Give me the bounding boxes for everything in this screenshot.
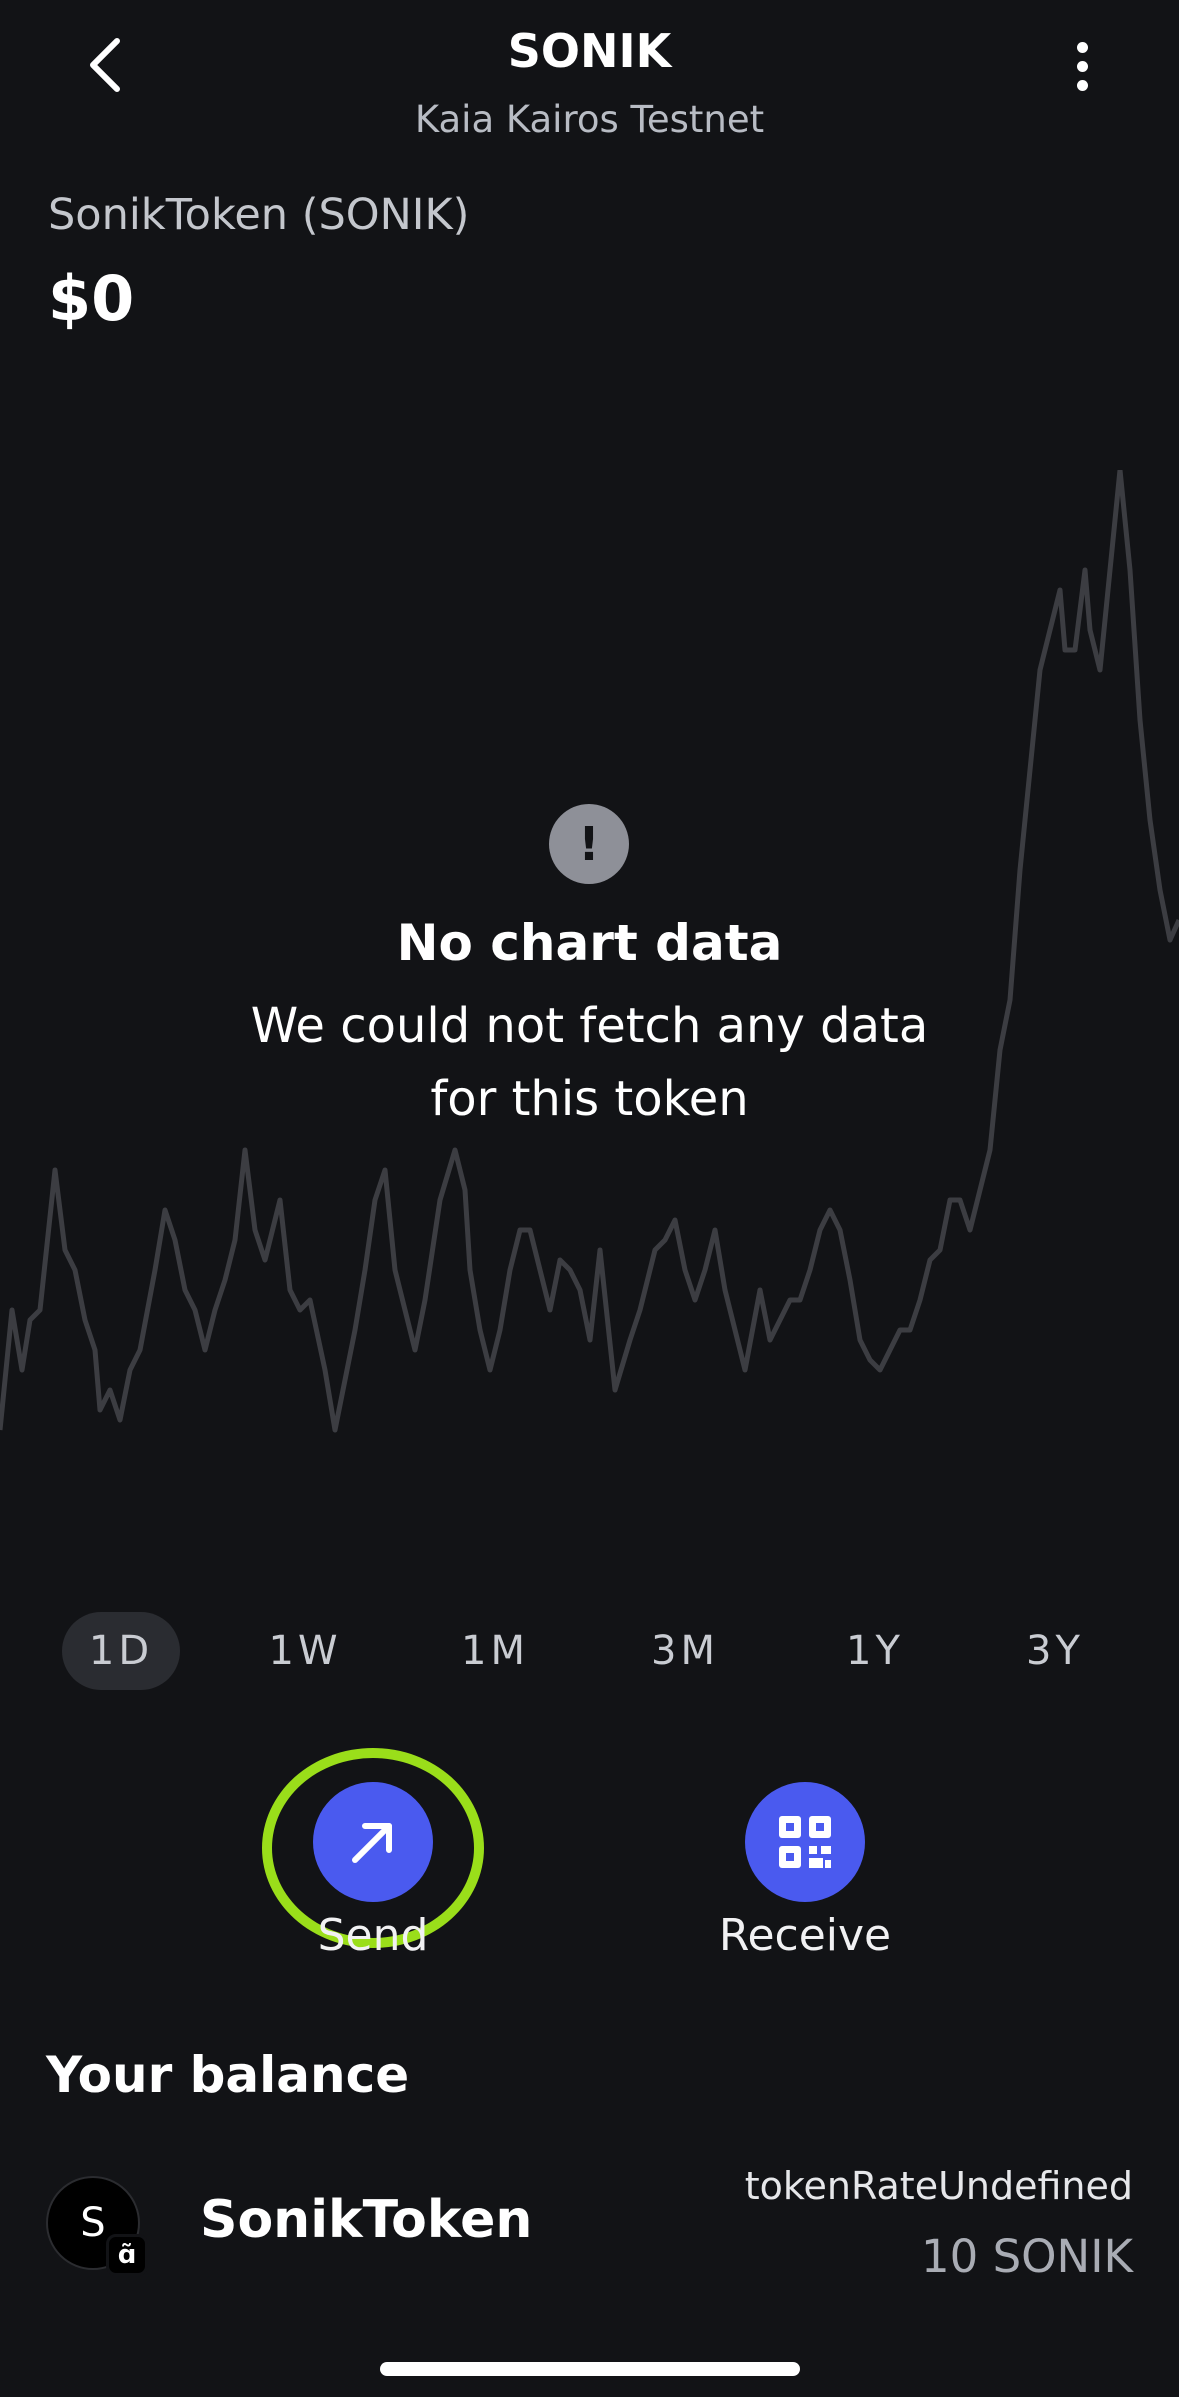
exclamation-icon: ! [549,804,629,884]
network-badge-icon: ɑ̃ [106,2234,148,2276]
receive-circle [745,1782,865,1902]
send-button[interactable]: Send [253,1782,493,1961]
range-1y[interactable]: 1Y [815,1612,935,1690]
network-subtitle: Kaia Kairos Testnet [414,98,765,141]
token-name: SonikToken (SONIK) [48,190,470,240]
balance-token-amount: 10 SONIK [921,2230,1133,2283]
range-3y[interactable]: 3Y [995,1612,1115,1690]
token-value: $0 [48,262,135,335]
range-1m[interactable]: 1M [435,1612,555,1690]
receive-button[interactable]: Receive [685,1782,925,1961]
balance-token-rate: tokenRateUndefined [744,2164,1133,2208]
qr-code-icon [779,1816,831,1868]
vertical-dots-icon [1076,41,1088,53]
home-indicator[interactable] [380,2362,800,2376]
page-title: SONIK [507,24,672,78]
time-range-selector: 1D 1W 1M 3M 1Y 3Y [0,1612,1179,1692]
no-chart-data-message: We could not fetch any data for this tok… [250,998,929,1127]
avatar-letter: S [80,2200,106,2246]
balance-title: Your balance [46,2046,410,2104]
more-options-button[interactable] [1046,30,1118,102]
range-1d[interactable]: 1D [62,1612,180,1690]
arrow-up-right-icon [352,1823,392,1863]
range-1w[interactable]: 1W [245,1612,365,1690]
send-label: Send [317,1910,429,1961]
send-circle [313,1782,433,1902]
no-chart-data-title: No chart data [396,914,783,972]
placeholder-chart [0,470,1179,1433]
balance-token-name[interactable]: SonikToken [200,2190,532,2250]
range-3m[interactable]: 3M [625,1612,745,1690]
receive-label: Receive [718,1910,892,1961]
